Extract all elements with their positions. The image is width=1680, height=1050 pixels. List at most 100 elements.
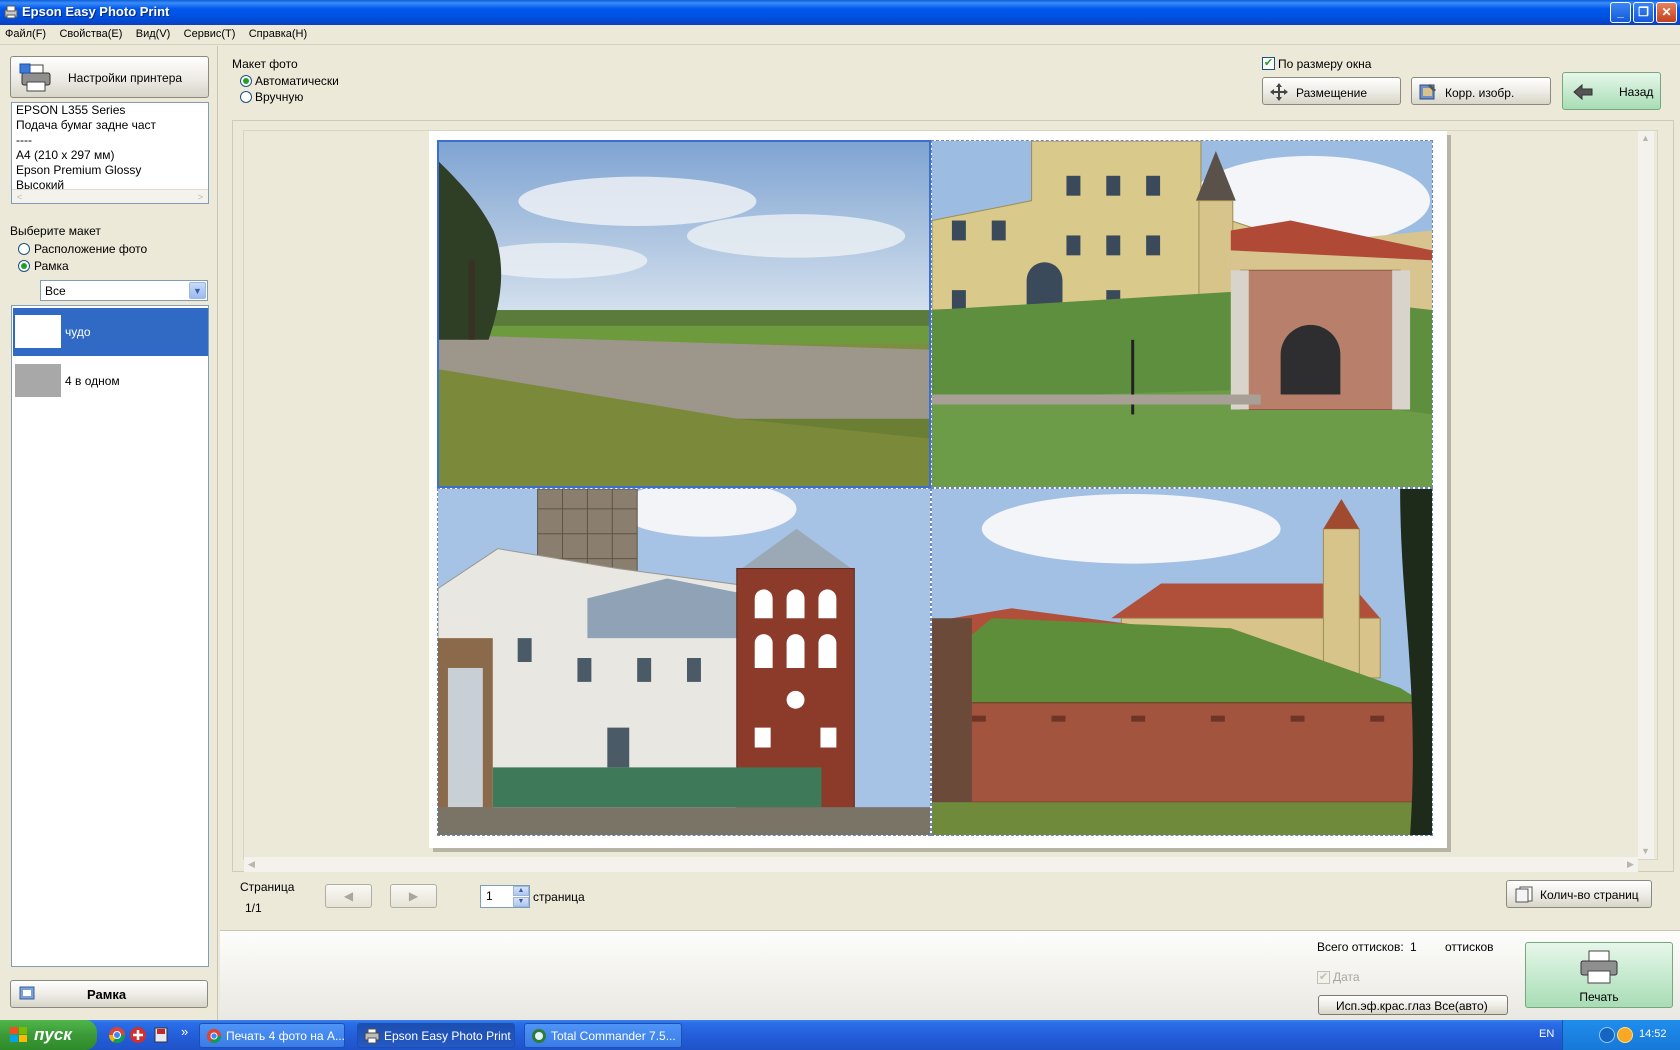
quicklaunch-drive-icon[interactable]	[152, 1026, 170, 1044]
start-label: пуск	[34, 1025, 72, 1044]
paper-sheet	[429, 131, 1447, 848]
start-button[interactable]: пуск	[0, 1020, 97, 1050]
printer-icon	[364, 1028, 380, 1044]
menu-view[interactable]: Вид(V)	[131, 25, 176, 40]
photo-field-road-image	[439, 142, 929, 486]
radio-manual[interactable]	[240, 91, 252, 103]
total-prints-value: 1	[1410, 940, 1417, 954]
paper-size: A4 (210 x 297 мм)	[16, 148, 115, 162]
quicklaunch-overflow-icon[interactable]: »	[181, 1024, 188, 1039]
photo-church-tower[interactable]	[437, 488, 931, 836]
scroll-left-icon[interactable]: ◀	[244, 857, 259, 872]
spin-up-icon[interactable]: ▲	[513, 886, 529, 896]
close-button[interactable]: ✕	[1656, 2, 1677, 23]
info-separator: ----	[16, 133, 32, 147]
task-label: Epson Easy Photo Print	[384, 1029, 511, 1043]
language-indicator[interactable]: EN	[1539, 1028, 1554, 1040]
chrome-icon[interactable]	[108, 1026, 126, 1044]
frame-item-label: чудо	[65, 325, 91, 339]
red-eye-button[interactable]: Исп.эф.крас.глаз Все(авто)	[1318, 995, 1508, 1015]
pages-icon	[1515, 886, 1533, 903]
chevron-down-icon[interactable]: ▼	[189, 282, 206, 299]
frame-item-4in1[interactable]: 4 в одном	[13, 357, 208, 405]
radio-photo-placement[interactable]	[18, 243, 30, 255]
title-bar: Epson Easy Photo Print _ ❐ ✕	[0, 0, 1680, 25]
frame-icon	[19, 986, 35, 1000]
spin-down-icon[interactable]: ▼	[513, 897, 529, 907]
prev-page-button[interactable]: ◀	[325, 884, 372, 908]
info-scrollbar[interactable]: < >	[12, 189, 208, 203]
menu-bar: Файл(F) Свойства(E) Вид(V) Сервис(T) Спр…	[0, 25, 1680, 45]
print-label: Печать	[1579, 990, 1619, 1004]
correct-image-label: Корр. изобр.	[1445, 86, 1515, 100]
menu-service[interactable]: Сервис(T)	[179, 25, 241, 40]
task-chrome[interactable]: Печать 4 фото на А...	[199, 1023, 345, 1048]
preview-vertical-scrollbar[interactable]: ▲ ▼	[1638, 131, 1654, 859]
printer-settings-label: Настройки принтера	[68, 71, 183, 85]
print-button[interactable]: Печать	[1525, 942, 1673, 1008]
tray-arrow-icon[interactable]	[1599, 1027, 1615, 1043]
scroll-right-icon[interactable]: ▶	[1623, 857, 1638, 872]
radio-auto[interactable]	[240, 75, 252, 87]
windows-logo-icon	[10, 1027, 27, 1042]
photo-layout-label: Макет фото	[232, 57, 298, 71]
scroll-left-icon[interactable]: <	[12, 190, 27, 205]
fit-window-label: По размеру окна	[1278, 57, 1372, 71]
paper-type: Epson Premium Glossy	[16, 163, 142, 177]
radio-photo-placement-label: Расположение фото	[34, 242, 148, 256]
fit-window-checkbox[interactable]: ✔	[1262, 57, 1275, 70]
next-page-button[interactable]: ▶	[390, 884, 437, 908]
back-button[interactable]: Назад	[1562, 72, 1661, 110]
page-spinner-value: 1	[486, 889, 493, 903]
correct-image-button[interactable]: Корр. изобр.	[1411, 77, 1551, 105]
left-panel: Настройки принтера EPSON L355 Series Под…	[0, 46, 218, 1020]
scroll-up-icon[interactable]: ▲	[1638, 131, 1653, 146]
scroll-right-icon[interactable]: >	[193, 190, 208, 205]
back-label: Назад	[1619, 85, 1654, 99]
menu-file[interactable]: Файл(F)	[0, 25, 51, 40]
image-correct-icon	[1419, 84, 1436, 100]
pages-count-button[interactable]: Колич-во страниц	[1506, 880, 1652, 908]
photo-castle-wall[interactable]	[931, 488, 1433, 836]
total-commander-icon	[532, 1029, 546, 1043]
photo-field-road[interactable]	[437, 140, 931, 488]
minimize-button[interactable]: _	[1610, 2, 1631, 23]
radio-manual-label: Вручную	[255, 90, 304, 104]
radio-frame[interactable]	[18, 260, 30, 272]
frame-filter-select[interactable]: Все ▼	[40, 280, 208, 301]
total-prints-unit: оттисков	[1445, 940, 1494, 954]
frame-item-label: 4 в одном	[65, 374, 120, 388]
window-title: Epson Easy Photo Print	[22, 4, 170, 19]
menu-help[interactable]: Справка(H)	[244, 25, 312, 40]
printer-icon	[19, 63, 51, 92]
task-total-commander[interactable]: Total Commander 7.5...	[524, 1023, 682, 1048]
frame-button-label: Рамка	[87, 987, 127, 1002]
placement-button[interactable]: Размещение	[1262, 77, 1401, 105]
system-tray: EN 14:52	[1539, 1020, 1680, 1050]
maximize-button[interactable]: ❐	[1633, 2, 1654, 23]
task-epson[interactable]: Epson Easy Photo Print	[357, 1023, 515, 1048]
taskbar: пуск » Печать 4 фото на А... Epson Easy …	[0, 1020, 1680, 1050]
frame-thumbnail	[15, 315, 61, 348]
move-icon	[1270, 83, 1288, 101]
preview-horizontal-scrollbar[interactable]: ◀ ▶	[244, 857, 1638, 872]
photo-castle-yellow[interactable]	[931, 140, 1433, 488]
paper-source: Подача бумаг задне част	[16, 118, 157, 132]
date-checkbox[interactable]: ✔	[1317, 971, 1330, 984]
back-arrow-icon	[1573, 83, 1593, 101]
pages-count-label: Колич-во страниц	[1540, 888, 1639, 902]
quicklaunch-app-icon[interactable]	[129, 1026, 147, 1044]
red-eye-label: Исп.эф.крас.глаз Все(авто)	[1336, 999, 1488, 1013]
tray-app-icon[interactable]	[1617, 1027, 1633, 1043]
scroll-down-icon[interactable]: ▼	[1638, 844, 1653, 859]
page-spinner[interactable]: 1 ▲ ▼	[480, 885, 530, 908]
radio-frame-label: Рамка	[34, 259, 69, 273]
frame-item-chudo[interactable]: чудо	[13, 308, 208, 356]
printer-settings-button[interactable]: Настройки принтера	[10, 56, 209, 98]
clock: 14:52	[1639, 1028, 1667, 1040]
frame-button[interactable]: Рамка	[10, 980, 208, 1008]
radio-auto-label: Автоматически	[255, 74, 339, 88]
date-label: Дата	[1333, 970, 1360, 984]
printer-info-box: EPSON L355 Series Подача бумаг задне час…	[11, 102, 209, 204]
menu-properties[interactable]: Свойства(E)	[54, 25, 127, 40]
